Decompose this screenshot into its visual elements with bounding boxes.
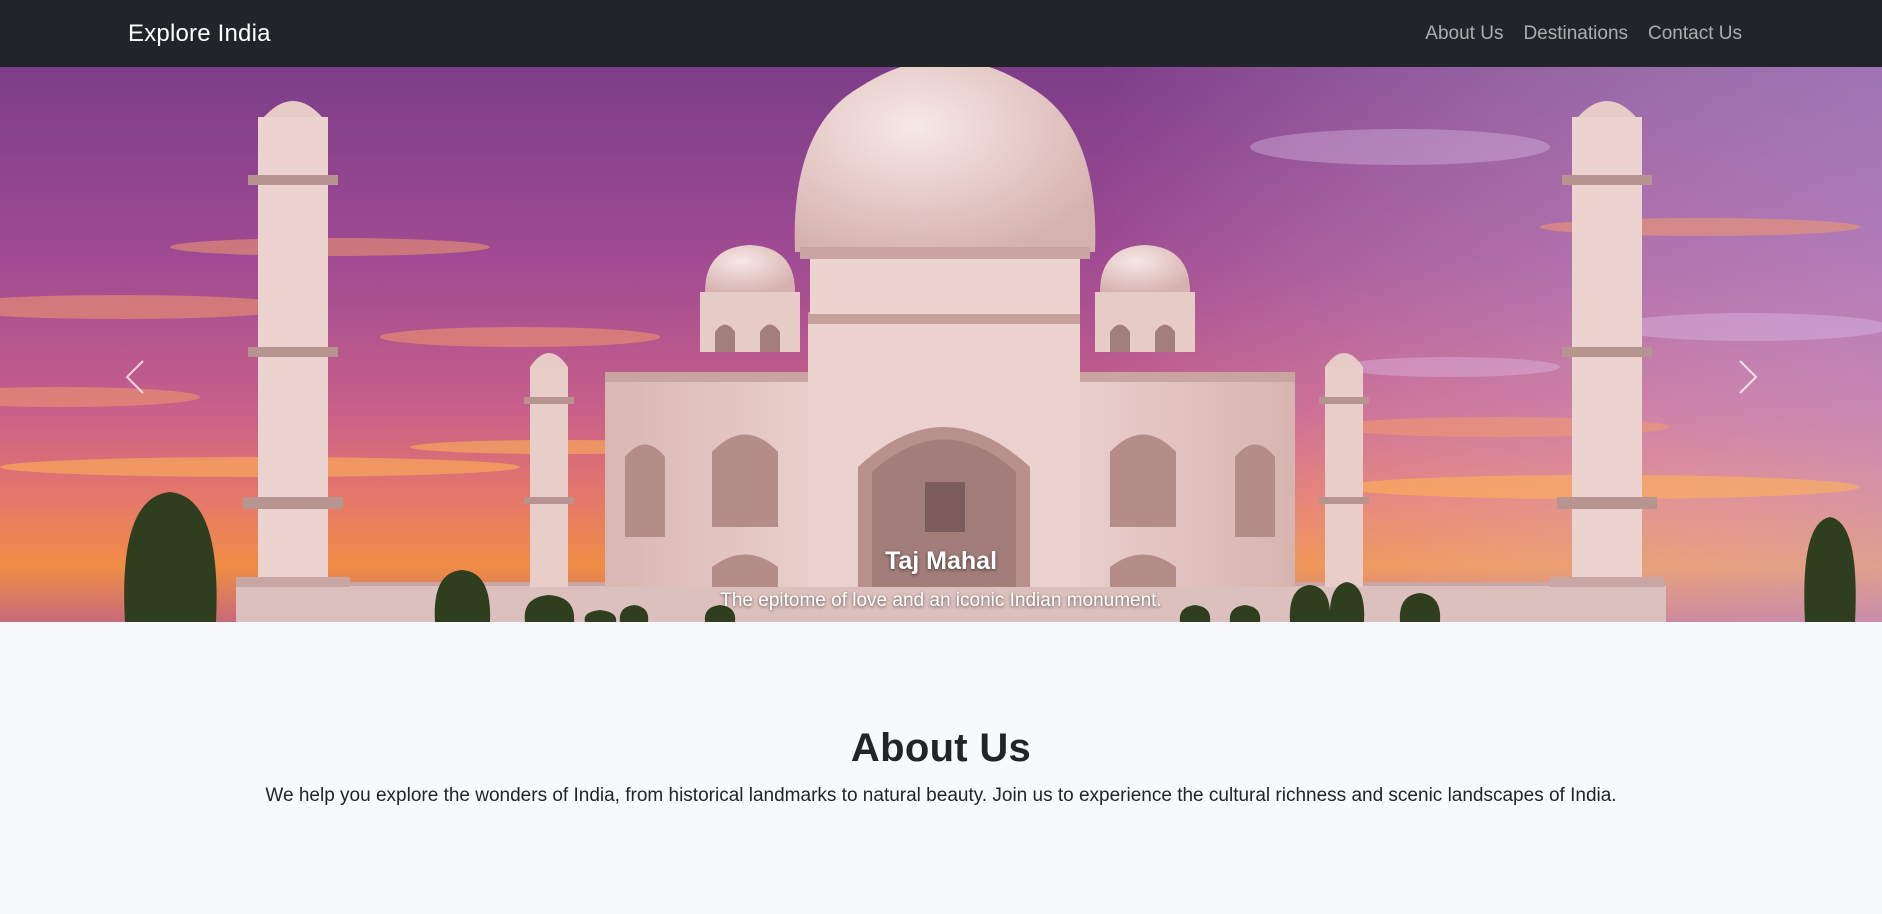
top-navbar: Explore India About Us Destinations Cont… <box>0 0 1882 67</box>
about-heading: About Us <box>850 726 1032 770</box>
nav-link-contact-us[interactable]: Contact Us <box>1648 23 1742 45</box>
carousel-prev-button[interactable] <box>118 347 152 407</box>
chevron-left-icon <box>125 360 144 394</box>
about-text: We help you explore the wonders of India… <box>265 785 1617 806</box>
nav-link-about-us[interactable]: About Us <box>1425 23 1503 45</box>
nav-link-destinations[interactable]: Destinations <box>1523 23 1628 45</box>
about-section: About Us We help you explore the wonders… <box>0 622 1882 807</box>
brand-logo[interactable]: Explore India <box>128 20 271 48</box>
carousel-next-button[interactable] <box>1731 347 1765 407</box>
taj-mahal-slide-image <box>0 67 1882 622</box>
chevron-right-icon <box>1739 360 1758 394</box>
slide-title: Taj Mahal <box>884 547 998 575</box>
nav-links: About Us Destinations Contact Us <box>1425 23 1742 45</box>
carousel-caption: Taj Mahal The epitome of love and an ico… <box>0 547 1882 612</box>
slide-description: The epitome of love and an iconic Indian… <box>720 590 1162 611</box>
hero-carousel: Taj Mahal The epitome of love and an ico… <box>0 67 1882 622</box>
